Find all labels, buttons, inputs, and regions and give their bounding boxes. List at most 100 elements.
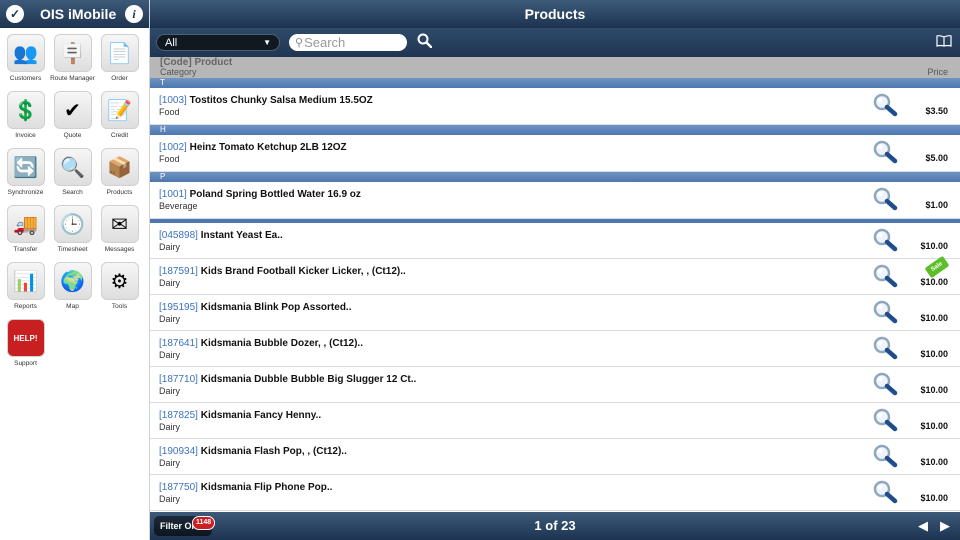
product-category: Dairy xyxy=(159,314,181,324)
column-header: [Code] Product Category Price xyxy=(150,57,960,78)
search-input[interactable]: ⚲ Search xyxy=(289,34,407,51)
product-name: [187710] Kidsmania Dubble Bubble Big Slu… xyxy=(159,374,416,385)
product-title: Kidsmania Fancy Henny.. xyxy=(200,410,322,421)
products-box-icon: 📦 xyxy=(100,148,139,186)
product-row[interactable]: [190934] Kidsmania Flash Pop, , (Ct12)..… xyxy=(150,439,960,475)
product-category: Dairy xyxy=(159,386,181,396)
product-name: [195195] Kidsmania Blink Pop Assorted.. xyxy=(159,302,352,313)
product-row[interactable]: [187710] Kidsmania Dubble Bubble Big Slu… xyxy=(150,367,960,403)
invoice-icon: 💲 xyxy=(6,91,45,129)
menu-item-search[interactable]: 🔍 Search xyxy=(49,148,96,205)
product-row[interactable]: [187591] Kids Brand Football Kicker Lick… xyxy=(150,255,960,295)
product-name: [187750] Kidsmania Flip Phone Pop.. xyxy=(159,482,332,493)
magnifier-icon[interactable] xyxy=(872,227,898,253)
menu-item-order[interactable]: 📄 Order xyxy=(96,34,143,91)
product-price: $3.50 xyxy=(925,106,948,116)
product-name: [187591] Kids Brand Football Kicker Lick… xyxy=(159,266,406,277)
product-price: $10.00 xyxy=(920,385,948,395)
product-row[interactable]: [045898] Instant Yeast Ea.. Dairy $10.00 xyxy=(150,223,960,259)
menu-item-customers[interactable]: 👥 Customers xyxy=(2,34,49,91)
product-category: Dairy xyxy=(159,278,181,288)
menu-item-label: Customers xyxy=(9,75,42,82)
magnifier-icon[interactable] xyxy=(872,92,898,118)
column-price: Price xyxy=(927,67,948,77)
book-icon[interactable] xyxy=(936,34,952,50)
product-code: [187641] xyxy=(159,338,198,349)
next-page-icon[interactable]: ▶ xyxy=(940,518,950,534)
menu-item-invoice[interactable]: 💲 Invoice xyxy=(2,91,49,148)
product-row[interactable]: [195195] Kidsmania Blink Pop Assorted.. D… xyxy=(150,295,960,331)
product-title: Kidsmania Blink Pop Assorted.. xyxy=(200,302,352,313)
product-price: $10.00 xyxy=(920,313,948,323)
menu-item-transfer[interactable]: 🚚 Transfer xyxy=(2,205,49,262)
info-icon[interactable]: i xyxy=(125,5,143,23)
product-category: Dairy xyxy=(159,458,181,468)
product-title: Kidsmania Bubble Dozer, , (Ct12).. xyxy=(200,338,363,349)
category-filter-select[interactable]: All ▼ xyxy=(156,34,280,51)
product-row[interactable]: [187825] Kidsmania Fancy Henny.. Dairy $10… xyxy=(150,403,960,439)
previous-page-icon[interactable]: ◀ xyxy=(918,518,928,534)
menu-item-support[interactable]: HELP! Support xyxy=(2,319,49,376)
menu-item-label: Timesheet xyxy=(57,246,88,253)
magnifier-icon[interactable] xyxy=(872,479,898,505)
product-title: Kidsmania Flash Pop, , (Ct12).. xyxy=(200,446,347,457)
quote-check-icon: ✔ xyxy=(53,91,92,129)
product-title: Kids Brand Football Kicker Licker, , (Ct… xyxy=(200,266,406,277)
menu-item-reports[interactable]: 📊 Reports xyxy=(2,262,49,319)
product-code: [187591] xyxy=(159,266,198,277)
product-code: [187710] xyxy=(159,374,198,385)
magnifier-icon[interactable] xyxy=(872,335,898,361)
menu-item-map[interactable]: 🌍 Map xyxy=(49,262,96,319)
menu-item-timesheet[interactable]: 🕒 Timesheet xyxy=(49,205,96,262)
menu-item-products[interactable]: 📦 Products xyxy=(96,148,143,205)
product-code: [195195] xyxy=(159,302,198,313)
product-row[interactable]: [187641] Kidsmania Bubble Dozer, , (Ct12… xyxy=(150,331,960,367)
magnifier-icon[interactable] xyxy=(872,263,898,289)
menu-item-synchronize[interactable]: 🔄 Synchronize xyxy=(2,148,49,205)
menu-item-label: Support xyxy=(14,360,37,367)
pie-chart-icon: 📊 xyxy=(6,262,45,300)
menu-item-label: Invoice xyxy=(15,132,36,139)
product-row[interactable]: [1001] Poland Spring Bottled Water 16.9 … xyxy=(150,182,960,219)
truck-icon: 🚚 xyxy=(6,205,45,243)
magnifier-icon[interactable] xyxy=(872,139,898,165)
main-panel: Products All ▼ ⚲ Search [Code] Product C… xyxy=(150,0,960,540)
product-price: $10.00 xyxy=(920,457,948,467)
product-row[interactable]: [1003] Tostitos Chunky Salsa Medium 15.5… xyxy=(150,88,960,125)
sidebar: ✓ OIS iMobile i 👥 Customers 🪧 Route Manager… xyxy=(0,0,150,540)
product-name: [1001] Poland Spring Bottled Water 16.9 … xyxy=(159,189,361,200)
product-title: Kidsmania Dubble Bubble Big Slugger 12 C… xyxy=(200,374,417,385)
magnifier-icon[interactable] xyxy=(872,299,898,325)
product-code: [045898] xyxy=(159,230,198,241)
product-name: [187641] Kidsmania Bubble Dozer, , (Ct12… xyxy=(159,338,363,349)
product-category: Food xyxy=(159,107,180,117)
product-title: Instant Yeast Ea.. xyxy=(200,230,283,241)
search-placeholder: Search xyxy=(304,35,346,50)
menu-item-messages[interactable]: ✉ Messages xyxy=(96,205,143,262)
product-price: $10.00 xyxy=(920,493,948,503)
menu-item-label: Credit xyxy=(110,132,129,139)
magnifier-icon[interactable] xyxy=(872,443,898,469)
menu-item-quote[interactable]: ✔ Quote xyxy=(49,91,96,148)
menu-item-label: Search xyxy=(62,189,83,196)
globe-icon: 🌍 xyxy=(53,262,92,300)
search-icon[interactable] xyxy=(417,33,433,53)
magnifier-icon[interactable] xyxy=(872,186,898,212)
gear-icon: ⚙ xyxy=(100,262,139,300)
menu-item-credit[interactable]: 📝 Credit xyxy=(96,91,143,148)
menu-item-route-manager[interactable]: 🪧 Route Manager xyxy=(49,34,96,91)
search-field-icon: ⚲ xyxy=(295,37,304,49)
menu-item-label: Order xyxy=(111,75,128,82)
product-category: Food xyxy=(159,154,180,164)
sidebar-header: ✓ OIS iMobile i xyxy=(0,0,149,28)
product-list[interactable]: T [1003] Tostitos Chunky Salsa Medium 15.… xyxy=(150,78,960,512)
product-name: [190934] Kidsmania Flash Pop, , (Ct12).. xyxy=(159,446,347,457)
credit-icon: 📝 xyxy=(100,91,139,129)
product-row[interactable]: [1002] Heinz Tomato Ketchup 2LB 12OZ Food… xyxy=(150,135,960,172)
product-title: Tostitos Chunky Salsa Medium 15.5OZ xyxy=(189,95,373,106)
menu-item-tools[interactable]: ⚙ Tools xyxy=(96,262,143,319)
magnifier-icon[interactable] xyxy=(872,371,898,397)
menu-item-label: Transfer xyxy=(13,246,38,253)
product-row[interactable]: [187750] Kidsmania Flip Phone Pop.. Dairy… xyxy=(150,475,960,511)
magnifier-icon[interactable] xyxy=(872,407,898,433)
